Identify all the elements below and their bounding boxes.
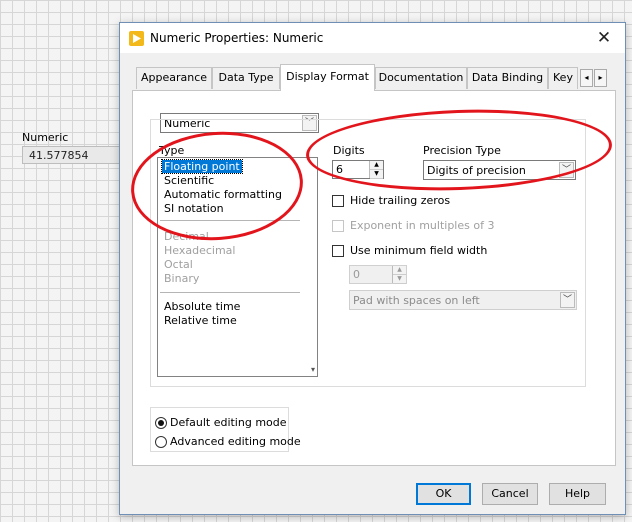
precision-type-value: Digits of precision [427,164,526,177]
min-width-value: 0 [353,268,360,281]
use-min-field-width-label: Use minimum field width [350,244,488,257]
type-item-floating-point[interactable]: Floating point [161,159,243,174]
numeric-control-value[interactable]: 41.577854 [22,146,120,164]
precision-type-label: Precision Type [423,144,501,157]
type-item-binary: Binary [164,272,200,285]
precision-type-combo[interactable]: Digits of precision ﹀ [423,160,576,180]
type-item-absolute-time[interactable]: Absolute time [164,300,240,313]
numeric-control-label: Numeric [22,131,69,144]
type-item-si-notation[interactable]: SI notation [164,202,224,215]
type-item-automatic-formatting[interactable]: Automatic formatting [164,188,282,201]
tab-documentation[interactable]: Documentation [375,67,467,89]
list-scrollbar[interactable]: ▾ [301,158,317,376]
type-item-hexadecimal: Hexadecimal [164,244,236,257]
list-separator [160,220,300,221]
min-width-input: 0 ▲ ▼ [349,265,407,284]
pad-mode-value: Pad with spaces on left [353,294,480,307]
advanced-editing-mode-label: Advanced editing mode [170,435,301,448]
digits-label: Digits [333,144,365,157]
type-item-relative-time[interactable]: Relative time [164,314,237,327]
tab-scroll-right-icon[interactable]: ▸ [594,69,607,87]
list-separator [160,292,300,293]
spin-down-icon[interactable]: ▼ [370,170,383,179]
tab-scroll-left-icon[interactable]: ◂ [580,69,593,87]
chevron-down-icon: ﹀ [560,292,575,308]
digits-value: 6 [336,163,343,176]
exponent-multiples-checkbox [332,220,344,232]
type-item-octal: Octal [164,258,193,271]
tab-display-format[interactable]: Display Format [280,64,375,91]
use-min-field-width-checkbox[interactable] [332,245,344,257]
dialog-title: Numeric Properties: Numeric [150,31,324,45]
ok-button[interactable]: OK [416,483,471,505]
exponent-multiples-label: Exponent in multiples of 3 [350,219,495,232]
digits-input[interactable]: 6 ▲ ▼ [332,160,384,179]
help-button[interactable]: Help [549,483,606,505]
dialog-titlebar: Numeric Properties: Numeric ✕ [120,23,625,53]
digits-spinner[interactable]: ▲ ▼ [369,161,383,179]
spin-up-icon: ▲ [393,266,406,275]
tab-data-type[interactable]: Data Type [212,67,280,89]
tab-key[interactable]: Key [548,67,578,89]
scroll-down-icon[interactable]: ▾ [311,365,315,374]
close-icon[interactable]: ✕ [590,26,618,50]
type-item-scientific[interactable]: Scientific [164,174,214,187]
type-listbox[interactable]: Floating point Scientific Automatic form… [157,157,318,377]
spin-down-icon: ▼ [393,275,406,284]
hide-trailing-zeros-checkbox[interactable] [332,195,344,207]
spin-up-icon[interactable]: ▲ [370,161,383,170]
min-width-spinner: ▲ ▼ [392,266,406,284]
tab-data-binding[interactable]: Data Binding [467,67,548,89]
cancel-button[interactable]: Cancel [482,483,538,505]
pad-mode-combo: Pad with spaces on left ﹀ [349,290,577,310]
advanced-editing-mode-radio[interactable] [155,436,167,448]
default-editing-mode-label: Default editing mode [170,416,287,429]
tab-appearance[interactable]: Appearance [136,67,212,89]
labview-icon [129,31,144,46]
type-item-decimal: Decimal [164,230,209,243]
chevron-down-icon[interactable]: ﹀ [559,162,574,178]
numeric-properties-dialog: Numeric Properties: Numeric ✕ Appearance… [119,22,626,515]
type-label: Type [159,144,185,157]
default-editing-mode-radio[interactable] [155,417,167,429]
hide-trailing-zeros-label: Hide trailing zeros [350,194,451,207]
